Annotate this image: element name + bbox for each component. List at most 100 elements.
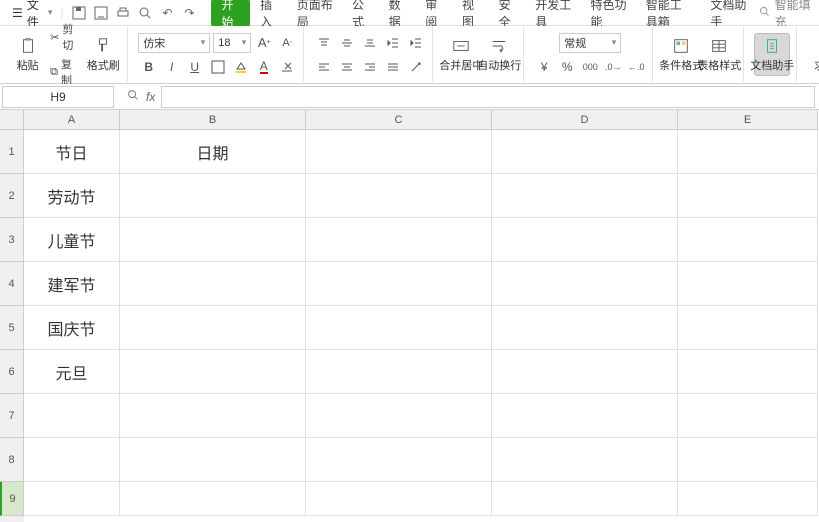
cell-A9[interactable] bbox=[24, 482, 120, 516]
align-top-button[interactable] bbox=[314, 33, 334, 53]
col-header-C[interactable]: C bbox=[306, 110, 492, 130]
cell-E8[interactable] bbox=[678, 438, 818, 482]
fill-color-button[interactable] bbox=[231, 57, 251, 77]
col-header-D[interactable]: D bbox=[492, 110, 678, 130]
underline-button[interactable]: U bbox=[185, 57, 205, 77]
cell-B7[interactable] bbox=[120, 394, 306, 438]
cell-B2[interactable] bbox=[120, 174, 306, 218]
cell-C1[interactable] bbox=[306, 130, 492, 174]
align-right-button[interactable] bbox=[360, 57, 380, 77]
cell-D8[interactable] bbox=[492, 438, 678, 482]
align-left-button[interactable] bbox=[314, 57, 334, 77]
italic-button[interactable]: I bbox=[162, 57, 182, 77]
cell-A6[interactable]: 元旦 bbox=[24, 350, 120, 394]
decrease-indent-button[interactable] bbox=[383, 33, 403, 53]
cell-E6[interactable] bbox=[678, 350, 818, 394]
name-box[interactable]: H9 bbox=[2, 86, 114, 108]
row-header-4[interactable]: 4 bbox=[0, 262, 24, 306]
comma-button[interactable]: 000 bbox=[580, 57, 600, 77]
row-header-1[interactable]: 1 bbox=[0, 130, 24, 174]
cell-A8[interactable] bbox=[24, 438, 120, 482]
bold-button[interactable]: B bbox=[139, 57, 159, 77]
cell-A5[interactable]: 国庆节 bbox=[24, 306, 120, 350]
font-name-select[interactable]: 仿宋▾ bbox=[138, 33, 210, 53]
cell-D1[interactable] bbox=[492, 130, 678, 174]
decrease-font-button[interactable]: A- bbox=[277, 33, 297, 53]
merge-center-button[interactable]: 合并居中 bbox=[443, 34, 479, 75]
save-icon[interactable] bbox=[71, 5, 87, 21]
orientation-button[interactable] bbox=[406, 57, 426, 77]
cells-area[interactable]: 节日日期劳动节儿童节建军节国庆节元旦 bbox=[24, 130, 819, 522]
cell-E3[interactable] bbox=[678, 218, 818, 262]
font-size-select[interactable]: 18▾ bbox=[213, 33, 251, 53]
cell-C9[interactable] bbox=[306, 482, 492, 516]
col-header-B[interactable]: B bbox=[120, 110, 306, 130]
border-button[interactable] bbox=[208, 57, 228, 77]
sum-button[interactable]: Σ 求和 bbox=[807, 34, 819, 75]
cell-C7[interactable] bbox=[306, 394, 492, 438]
row-header-5[interactable]: 5 bbox=[0, 306, 24, 350]
cell-B4[interactable] bbox=[120, 262, 306, 306]
cell-E5[interactable] bbox=[678, 306, 818, 350]
cut-button[interactable]: ✂剪切 bbox=[47, 20, 81, 54]
cell-B8[interactable] bbox=[120, 438, 306, 482]
zoom-icon[interactable] bbox=[126, 88, 140, 105]
select-all-corner[interactable] bbox=[0, 110, 24, 130]
justify-button[interactable] bbox=[383, 57, 403, 77]
currency-button[interactable]: ¥ bbox=[534, 57, 554, 77]
cell-E7[interactable] bbox=[678, 394, 818, 438]
undo-icon[interactable]: ↶ bbox=[159, 5, 175, 21]
cell-E4[interactable] bbox=[678, 262, 818, 306]
cell-D5[interactable] bbox=[492, 306, 678, 350]
fx-label[interactable]: fx bbox=[146, 90, 155, 104]
align-center-button[interactable] bbox=[337, 57, 357, 77]
increase-indent-button[interactable] bbox=[406, 33, 426, 53]
col-header-A[interactable]: A bbox=[24, 110, 120, 130]
cell-D4[interactable] bbox=[492, 262, 678, 306]
align-middle-button[interactable] bbox=[337, 33, 357, 53]
cell-C8[interactable] bbox=[306, 438, 492, 482]
row-header-9[interactable]: 9 bbox=[0, 482, 24, 516]
row-header-7[interactable]: 7 bbox=[0, 394, 24, 438]
increase-font-button[interactable]: A+ bbox=[254, 33, 274, 53]
save-as-icon[interactable] bbox=[93, 5, 109, 21]
row-header-3[interactable]: 3 bbox=[0, 218, 24, 262]
cell-A7[interactable] bbox=[24, 394, 120, 438]
decrease-decimal-button[interactable]: ←.0 bbox=[626, 57, 646, 77]
wrap-text-button[interactable]: 自动换行 bbox=[481, 34, 517, 75]
cell-D3[interactable] bbox=[492, 218, 678, 262]
cell-B5[interactable] bbox=[120, 306, 306, 350]
print-preview-icon[interactable] bbox=[137, 5, 153, 21]
cell-A3[interactable]: 儿童节 bbox=[24, 218, 120, 262]
conditional-format-button[interactable]: 条件格式 bbox=[663, 34, 699, 75]
percent-button[interactable]: % bbox=[557, 57, 577, 77]
cell-B3[interactable] bbox=[120, 218, 306, 262]
cell-E2[interactable] bbox=[678, 174, 818, 218]
cell-A4[interactable]: 建军节 bbox=[24, 262, 120, 306]
cell-B9[interactable] bbox=[120, 482, 306, 516]
cell-B6[interactable] bbox=[120, 350, 306, 394]
redo-icon[interactable]: ↷ bbox=[181, 5, 197, 21]
cell-D9[interactable] bbox=[492, 482, 678, 516]
table-style-button[interactable]: 表格样式 bbox=[701, 34, 737, 75]
paste-button[interactable]: 粘贴 bbox=[12, 34, 43, 75]
row-header-2[interactable]: 2 bbox=[0, 174, 24, 218]
number-format-select[interactable]: 常规▾ bbox=[559, 33, 621, 53]
cell-C4[interactable] bbox=[306, 262, 492, 306]
cell-B1[interactable]: 日期 bbox=[120, 130, 306, 174]
format-painter-button[interactable]: 格式刷 bbox=[85, 34, 121, 75]
increase-decimal-button[interactable]: .0→ bbox=[603, 57, 623, 77]
cell-D2[interactable] bbox=[492, 174, 678, 218]
font-color-button[interactable]: A bbox=[254, 57, 274, 77]
clear-format-button[interactable] bbox=[277, 57, 297, 77]
cell-C2[interactable] bbox=[306, 174, 492, 218]
cell-C6[interactable] bbox=[306, 350, 492, 394]
row-header-8[interactable]: 8 bbox=[0, 438, 24, 482]
cell-C3[interactable] bbox=[306, 218, 492, 262]
row-header-6[interactable]: 6 bbox=[0, 350, 24, 394]
col-header-E[interactable]: E bbox=[678, 110, 818, 130]
doc-assist-button[interactable]: 文档助手 bbox=[754, 33, 790, 76]
cell-D6[interactable] bbox=[492, 350, 678, 394]
cell-E1[interactable] bbox=[678, 130, 818, 174]
align-bottom-button[interactable] bbox=[360, 33, 380, 53]
